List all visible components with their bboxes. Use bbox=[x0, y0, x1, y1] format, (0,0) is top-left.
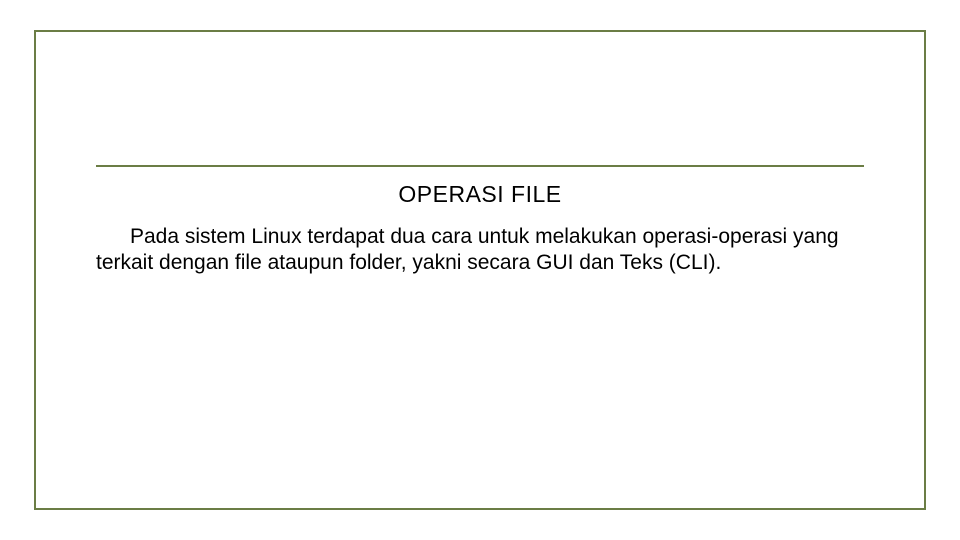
slide-frame: OPERASI FILE Pada sistem Linux terdapat … bbox=[34, 30, 926, 510]
slide-body: Pada sistem Linux terdapat dua cara untu… bbox=[96, 224, 864, 277]
slide-title: OPERASI FILE bbox=[96, 181, 864, 208]
content-block: OPERASI FILE Pada sistem Linux terdapat … bbox=[96, 165, 864, 277]
divider-rule bbox=[96, 165, 864, 167]
